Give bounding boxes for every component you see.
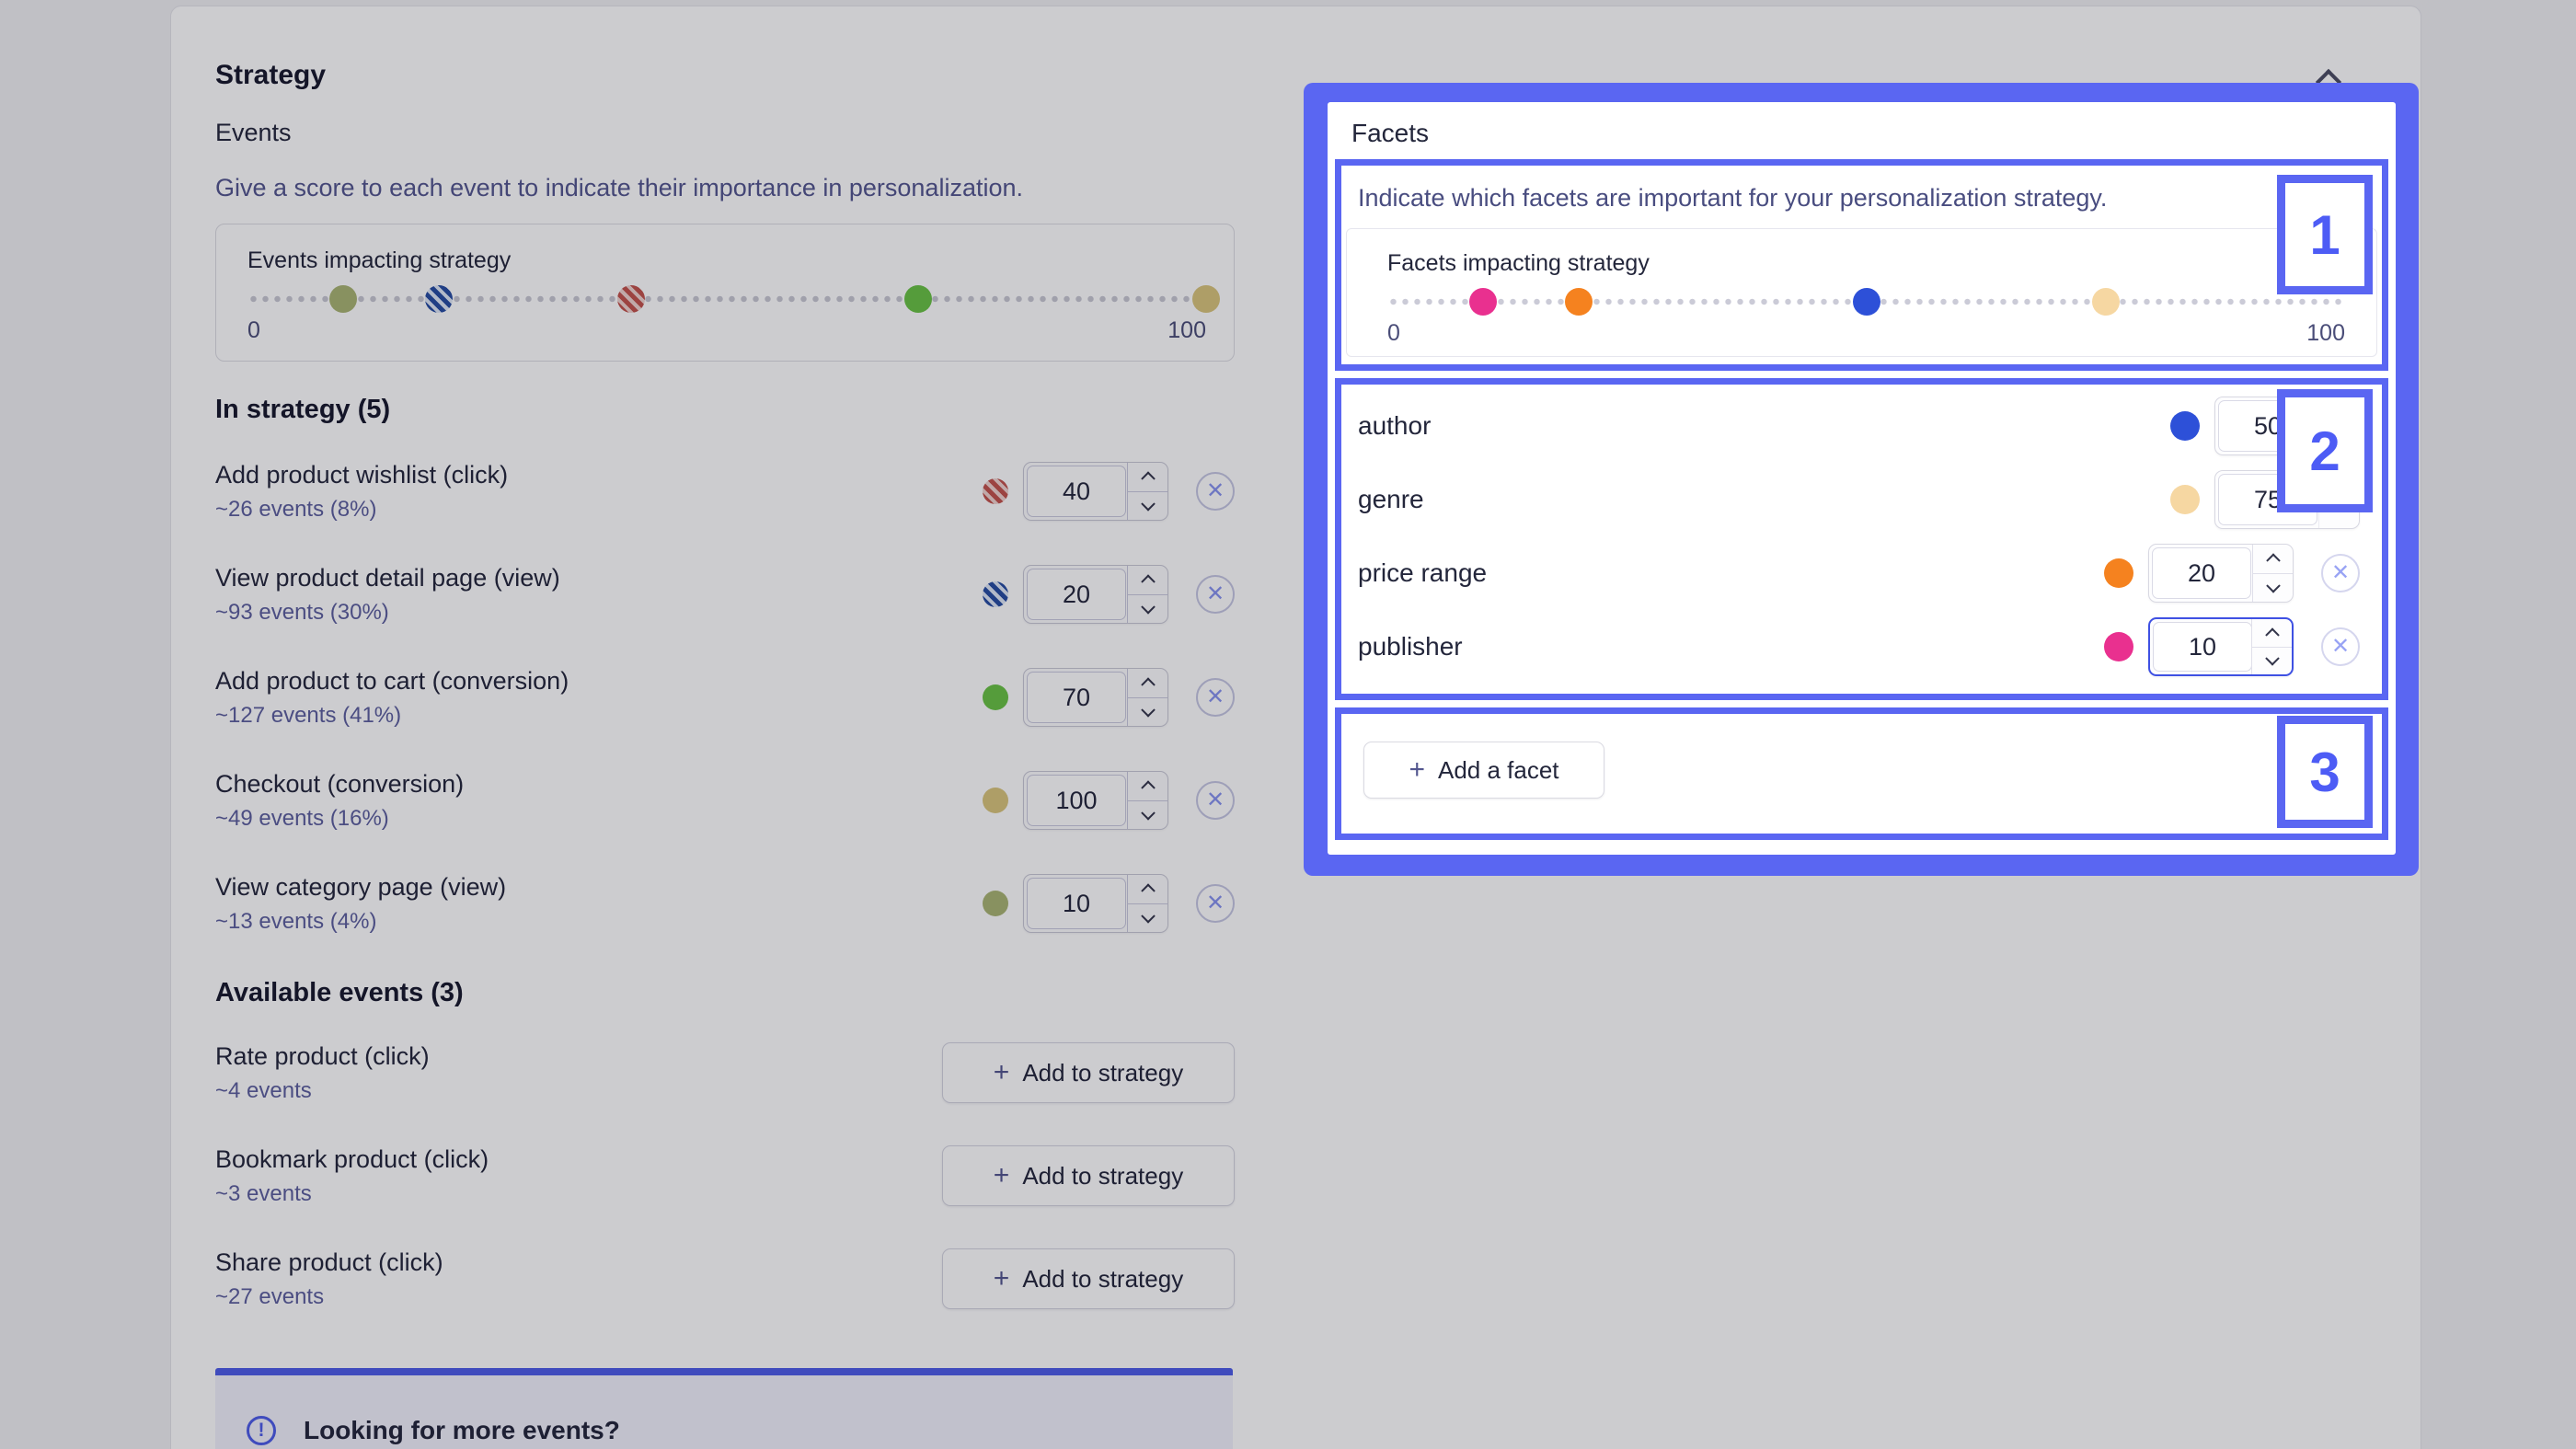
facet-name: publisher <box>1358 632 1463 661</box>
author-dot[interactable] <box>1852 288 1880 316</box>
facet-name: genre <box>1358 485 1424 513</box>
facets-section-add: 3 + Add a facet <box>1335 707 2388 840</box>
publisher-dot[interactable] <box>1469 288 1498 316</box>
facet-row-publisher: publisher ✕ <box>1358 615 2360 679</box>
close-icon: ✕ <box>2330 560 2351 585</box>
chevron-down-icon <box>2265 578 2281 593</box>
facets-title: Facets <box>1351 119 1430 147</box>
remove-facet-button[interactable]: ✕ <box>2321 627 2360 666</box>
facet-score-input-group <box>2148 617 2294 676</box>
stepper <box>2251 619 2292 674</box>
step-badge-2: 2 <box>2277 389 2373 512</box>
facet-name: author <box>1358 411 1432 440</box>
facet-row-price-range: price range ✕ <box>1358 541 2360 605</box>
facets-slider-label: Facets impacting strategy <box>1387 250 1650 276</box>
facets-section-slider: 1 Indicate which facets are important fo… <box>1335 159 2388 371</box>
close-icon: ✕ <box>2330 634 2351 659</box>
facet-name: price range <box>1358 558 1488 587</box>
add-facet-label: Add a facet <box>1437 755 1559 784</box>
facets-highlight-frame: Facets 1 Indicate which facets are impor… <box>1304 83 2419 876</box>
facet-row-author: author <box>1358 394 2360 458</box>
facet-color-dot <box>2104 558 2133 588</box>
facet-score-input-group <box>2148 544 2294 603</box>
price-range-dot[interactable] <box>1565 288 1593 316</box>
increment-button[interactable] <box>2253 545 2293 573</box>
facets-slider-track <box>1387 288 2345 316</box>
stepper <box>2252 545 2293 602</box>
facet-color-dot <box>2170 411 2200 441</box>
facet-score-input[interactable] <box>2153 622 2252 672</box>
remove-facet-button[interactable]: ✕ <box>2321 554 2360 592</box>
facets-description: Indicate which facets are important for … <box>1358 184 2108 212</box>
slider-max-label: 100 <box>2306 320 2345 346</box>
chevron-up-icon <box>2265 553 2281 569</box>
page: Strategy Events Give a score to each eve… <box>0 0 2576 1449</box>
chevron-down-icon <box>2264 651 2280 666</box>
facets-section-list: 2 author 50 genre 75 price range 20 ✕ pu… <box>1335 378 2388 700</box>
facets-impact-slider: Facets impacting strategy 0 100 <box>1346 228 2377 357</box>
facets-panel: Facets 1 Indicate which facets are impor… <box>1328 102 2396 855</box>
step-badge-3: 3 <box>2277 716 2373 828</box>
genre-dot[interactable] <box>2091 288 2120 316</box>
plus-icon: + <box>1409 754 1425 785</box>
add-facet-button[interactable]: + Add a facet <box>1363 742 1604 799</box>
facet-score-input[interactable] <box>2152 547 2251 599</box>
slider-min-label: 0 <box>1387 320 1400 346</box>
facet-color-dot <box>2104 632 2133 661</box>
increment-button[interactable] <box>2252 619 2292 647</box>
decrement-button[interactable] <box>2252 646 2292 675</box>
facet-row-genre: genre <box>1358 467 2360 532</box>
facet-color-dot <box>2170 485 2200 514</box>
step-badge-1: 1 <box>2277 175 2373 294</box>
chevron-up-icon <box>2264 627 2280 642</box>
decrement-button[interactable] <box>2253 572 2293 603</box>
